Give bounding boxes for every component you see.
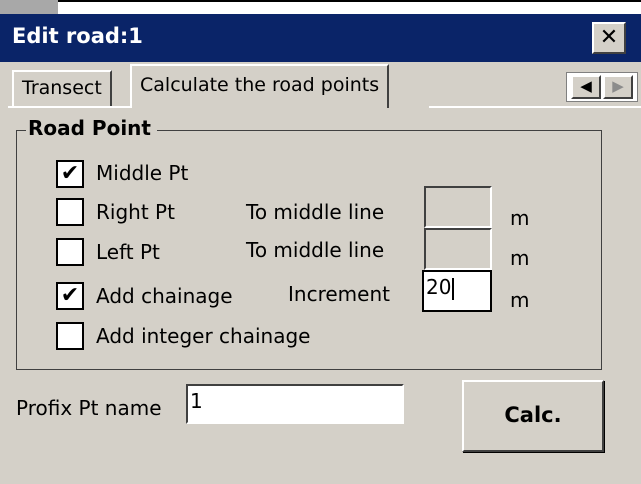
- increment-unit: m: [510, 288, 530, 312]
- middle-pt-checkbox[interactable]: ✔: [56, 160, 84, 188]
- text-cursor: [452, 277, 455, 300]
- middle-pt-label: Middle Pt: [96, 161, 189, 185]
- tab-strip-border: [8, 106, 130, 108]
- increment-field[interactable]: 20: [422, 270, 492, 312]
- right-distance-label: To middle line: [246, 200, 385, 224]
- arrow-left-icon: ◀: [580, 77, 592, 95]
- checkmark-icon: ✔: [60, 161, 80, 186]
- tab-transect[interactable]: Transect: [12, 70, 112, 106]
- left-distance-label: To middle line: [246, 238, 385, 262]
- right-pt-checkbox[interactable]: [56, 198, 84, 226]
- add-integer-chainage-label: Add integer chainage: [96, 324, 311, 348]
- right-distance-field[interactable]: [424, 186, 492, 228]
- calc-button[interactable]: Calc.: [462, 380, 604, 452]
- close-button[interactable]: ✕: [592, 22, 626, 54]
- left-pt-checkbox[interactable]: [56, 238, 84, 266]
- profix-pt-name-field[interactable]: 1: [186, 384, 404, 424]
- close-icon: ✕: [599, 25, 619, 50]
- left-distance-field[interactable]: [424, 228, 492, 270]
- title-bar: Edit road:1 ✕: [0, 14, 641, 62]
- taskbar-fragment: [0, 0, 58, 14]
- add-integer-chainage-checkbox[interactable]: [56, 322, 84, 350]
- profix-pt-name-label: Profix Pt name: [16, 396, 162, 420]
- increment-label: Increment: [288, 282, 390, 306]
- arrow-right-icon: ▶: [612, 77, 624, 95]
- checkmark-icon: ✔: [60, 283, 80, 308]
- tab-calculate-road-points[interactable]: Calculate the road points: [130, 64, 390, 108]
- tab-scroll-buttons: ◀ ▶: [566, 72, 638, 102]
- right-pt-label: Right Pt: [96, 200, 175, 224]
- add-chainage-checkbox[interactable]: ✔: [56, 282, 84, 310]
- add-chainage-label: Add chainage: [96, 284, 233, 308]
- tab-scroll-right-button[interactable]: ▶: [603, 75, 633, 99]
- tab-strip-border: [429, 106, 641, 108]
- top-border-line: [58, 0, 641, 2]
- tab-scroll-left-button[interactable]: ◀: [571, 75, 601, 99]
- road-point-group-label: Road Point: [26, 116, 157, 140]
- window-title: Edit road:1: [12, 24, 143, 48]
- increment-value: 20: [426, 275, 452, 299]
- right-distance-unit: m: [510, 206, 530, 230]
- left-distance-unit: m: [510, 246, 530, 270]
- left-pt-label: Left Pt: [96, 240, 160, 264]
- top-strip: [0, 0, 641, 14]
